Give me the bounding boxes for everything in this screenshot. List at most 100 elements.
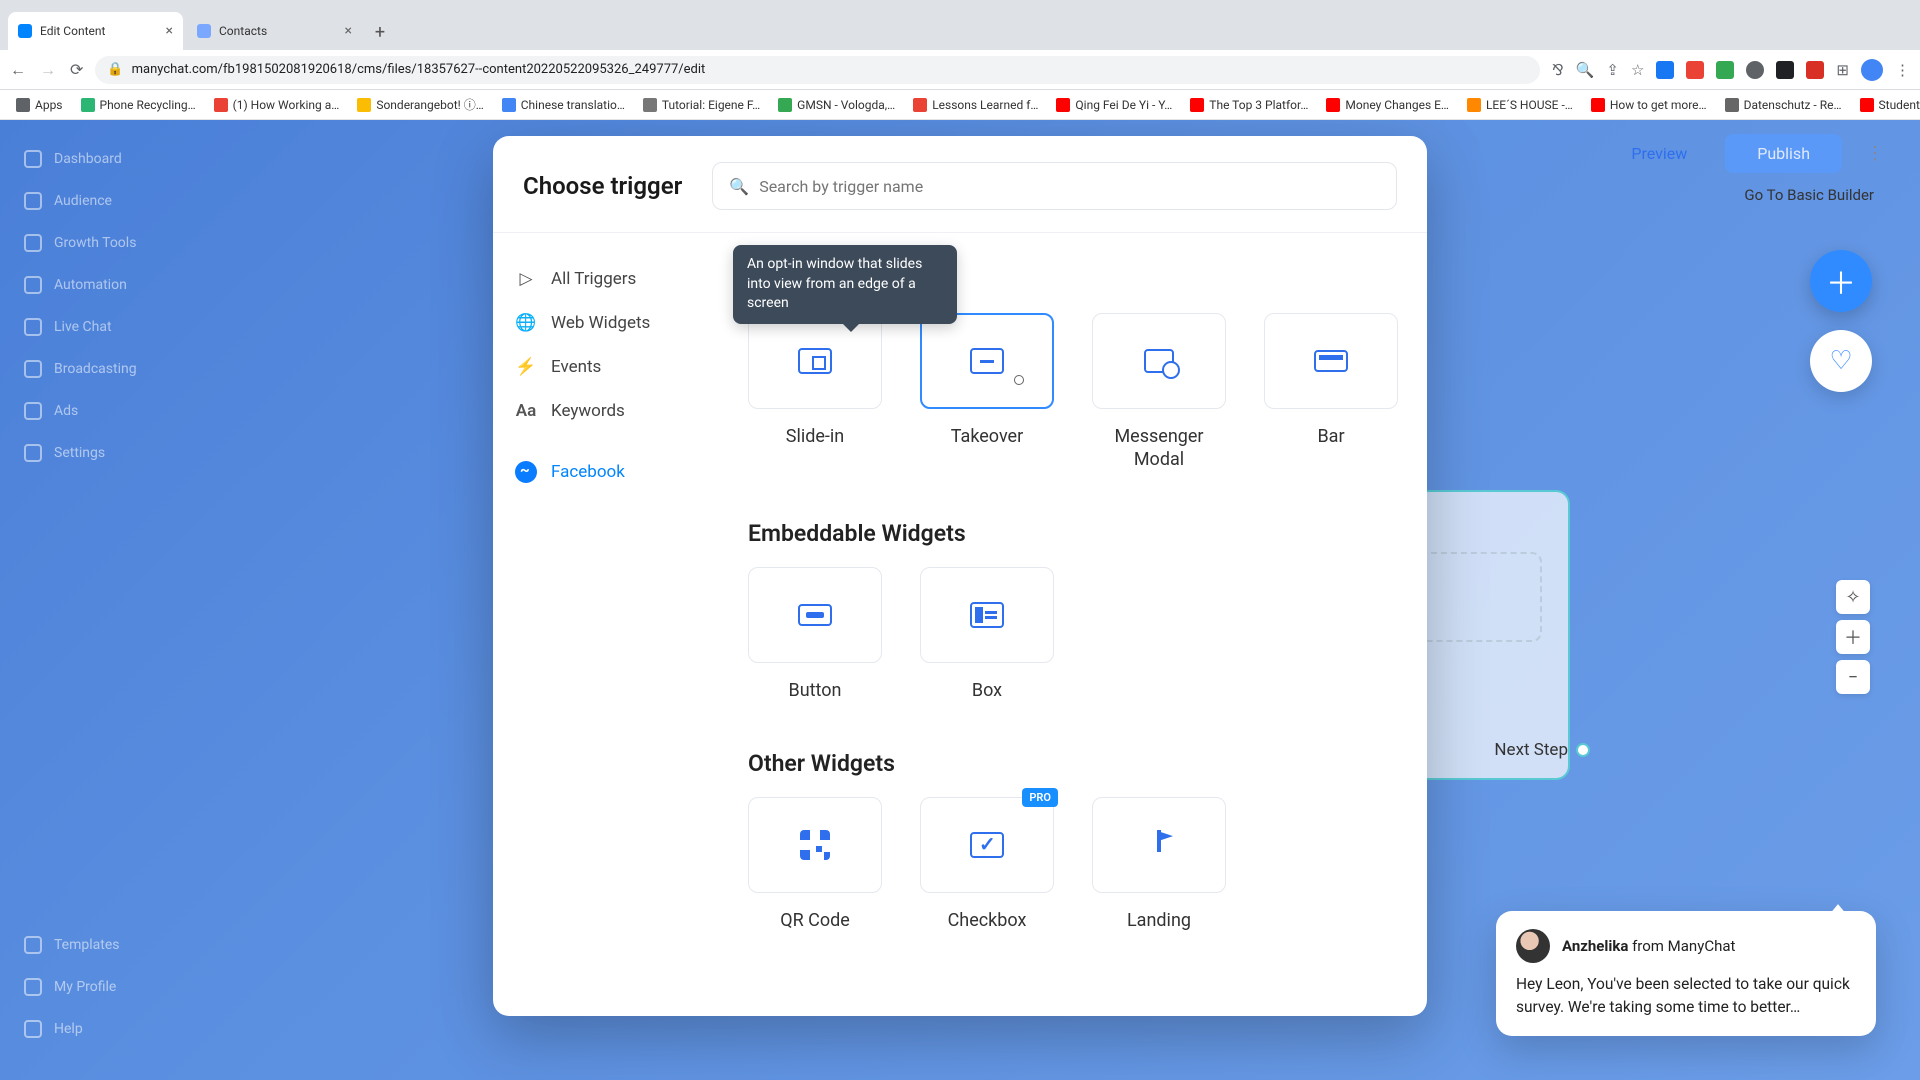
reload-icon[interactable]: ⟳ bbox=[70, 60, 83, 80]
tab-favicon bbox=[197, 24, 211, 38]
bookmark-item[interactable]: Lessons Learned f… bbox=[907, 95, 1044, 115]
trigger-card-landing[interactable]: Landing bbox=[1092, 797, 1226, 932]
bookmark-item[interactable]: Datenschutz - Re… bbox=[1719, 95, 1848, 115]
trigger-card-label: Messenger Modal bbox=[1104, 425, 1214, 472]
bookmark-label: Qing Fei De Yi - Y… bbox=[1075, 98, 1172, 112]
sidebar-item-label: Facebook bbox=[551, 462, 625, 482]
bookmark-favicon bbox=[1725, 98, 1739, 112]
trigger-card-button[interactable]: Button bbox=[748, 567, 882, 702]
trigger-card-label: Checkbox bbox=[948, 909, 1027, 932]
bookmark-item[interactable]: GMSN - Vologda,… bbox=[772, 95, 901, 115]
menu-icon[interactable]: ⋮ bbox=[1895, 61, 1910, 79]
sidebar-item-keywords[interactable]: Aa Keywords bbox=[493, 389, 708, 433]
close-icon[interactable]: × bbox=[166, 23, 173, 39]
checkbox-widget-icon bbox=[970, 832, 1004, 858]
tab-favicon bbox=[18, 24, 32, 38]
extension-icon[interactable] bbox=[1656, 61, 1674, 79]
bookmark-favicon bbox=[1467, 98, 1481, 112]
extensions-puzzle-icon[interactable]: ⊞ bbox=[1836, 61, 1849, 79]
bookmark-favicon bbox=[502, 98, 516, 112]
play-icon: ▷ bbox=[515, 269, 537, 289]
slidein-icon bbox=[798, 348, 832, 374]
search-input-wrap[interactable]: 🔍 bbox=[712, 162, 1397, 210]
trigger-tooltip: An opt-in window that slides into view f… bbox=[733, 245, 957, 324]
bookmark-label: The Top 3 Platfor… bbox=[1209, 98, 1308, 112]
bookmark-label: Money Changes E… bbox=[1345, 98, 1449, 112]
share-icon[interactable]: ⇪ bbox=[1606, 61, 1619, 79]
search-input[interactable] bbox=[759, 177, 1380, 196]
bookmark-label: Apps bbox=[35, 98, 63, 112]
bookmark-favicon bbox=[81, 98, 95, 112]
translate-icon[interactable]: ⅋ bbox=[1552, 61, 1564, 79]
bookmark-favicon bbox=[1056, 98, 1070, 112]
sidebar-item-all-triggers[interactable]: ▷ All Triggers bbox=[493, 257, 708, 301]
browser-tab-active[interactable]: Edit Content × bbox=[8, 12, 183, 50]
extension-icon[interactable] bbox=[1746, 61, 1764, 79]
bolt-icon: ⚡ bbox=[515, 357, 537, 377]
bookmark-favicon bbox=[214, 98, 228, 112]
trigger-card-label: Box bbox=[972, 679, 1002, 702]
chat-sender: Anzhelika from ManyChat bbox=[1562, 937, 1735, 955]
forward-icon[interactable]: → bbox=[40, 60, 56, 80]
bookmark-label: Student Wants an… bbox=[1879, 98, 1920, 112]
trigger-card-box[interactable]: Box bbox=[920, 567, 1054, 702]
extension-icon[interactable] bbox=[1686, 61, 1704, 79]
new-tab-button[interactable]: + bbox=[366, 18, 394, 46]
bookmark-favicon bbox=[1190, 98, 1204, 112]
bookmark-item[interactable]: Qing Fei De Yi - Y… bbox=[1050, 95, 1178, 115]
profile-avatar[interactable] bbox=[1861, 59, 1883, 81]
trigger-options-panel: An opt-in window that slides into view f… bbox=[708, 233, 1427, 1016]
chat-notification[interactable]: Anzhelika from ManyChat Hey Leon, You've… bbox=[1496, 911, 1876, 1036]
trigger-card-checkbox[interactable]: PRO Checkbox bbox=[920, 797, 1054, 932]
url-text: manychat.com/fb198150208192061­8/cms/fil… bbox=[132, 62, 706, 77]
extension-icon[interactable] bbox=[1776, 61, 1794, 79]
text-icon: Aa bbox=[515, 401, 537, 421]
trigger-card-label: Button bbox=[789, 679, 842, 702]
star-icon[interactable]: ☆ bbox=[1631, 61, 1644, 79]
landing-icon bbox=[1146, 830, 1172, 860]
bookmark-item[interactable]: How to get more… bbox=[1585, 95, 1713, 115]
bookmark-item[interactable]: LEE´S HOUSE -… bbox=[1461, 95, 1579, 115]
extension-icon[interactable] bbox=[1716, 61, 1734, 79]
tab-title: Edit Content bbox=[40, 24, 105, 38]
search-icon: 🔍 bbox=[729, 177, 749, 196]
bookmark-favicon bbox=[1591, 98, 1605, 112]
bookmark-favicon bbox=[1326, 98, 1340, 112]
sidebar-item-web-widgets[interactable]: 🌐 Web Widgets bbox=[493, 301, 708, 345]
bookmark-label: LEE´S HOUSE -… bbox=[1486, 98, 1573, 112]
modal-icon bbox=[1144, 349, 1174, 373]
bookmark-item[interactable]: Phone Recycling… bbox=[75, 95, 202, 115]
bookmark-item[interactable]: Sonderangebot! ⓘ… bbox=[351, 93, 489, 116]
bookmark-item[interactable]: Money Changes E… bbox=[1320, 95, 1455, 115]
bookmark-item[interactable]: Apps bbox=[10, 95, 69, 115]
address-bar[interactable]: 🔒 manychat.com/fb198150208192061­8/cms/f… bbox=[95, 56, 1540, 84]
bar-icon bbox=[1314, 350, 1348, 372]
box-widget-icon bbox=[970, 602, 1004, 628]
trigger-card-messenger-modal[interactable]: Messenger Modal bbox=[1092, 313, 1226, 472]
trigger-card-takeover[interactable]: Takeover bbox=[920, 313, 1054, 472]
bookmark-item[interactable]: Student Wants an… bbox=[1854, 95, 1920, 115]
trigger-card-label: Landing bbox=[1127, 909, 1191, 932]
trigger-card-label: QR Code bbox=[780, 909, 850, 932]
bookmark-item[interactable]: Tutorial: Eigene F… bbox=[637, 95, 766, 115]
bookmark-favicon bbox=[643, 98, 657, 112]
sidebar-item-facebook[interactable]: Facebook bbox=[493, 449, 708, 495]
back-icon[interactable]: ← bbox=[10, 60, 26, 80]
trigger-card-slidein[interactable]: Slide-in bbox=[748, 313, 882, 472]
sidebar-item-events[interactable]: ⚡ Events bbox=[493, 345, 708, 389]
trigger-card-label: Takeover bbox=[951, 425, 1023, 448]
bookmark-favicon bbox=[778, 98, 792, 112]
bookmark-item[interactable]: (1) How Working a… bbox=[208, 95, 346, 115]
browser-tab[interactable]: Contacts × bbox=[187, 12, 362, 50]
section-title-other: Other Widgets bbox=[748, 750, 1399, 777]
close-icon[interactable]: × bbox=[345, 23, 352, 39]
bookmark-item[interactable]: The Top 3 Platfor… bbox=[1184, 95, 1314, 115]
trigger-card-bar[interactable]: Bar bbox=[1264, 313, 1398, 472]
bookmark-item[interactable]: Chinese translatio… bbox=[496, 95, 631, 115]
extension-icon[interactable] bbox=[1806, 61, 1824, 79]
bookmark-favicon bbox=[16, 98, 30, 112]
trigger-card-qr[interactable]: QR Code bbox=[748, 797, 882, 932]
zoom-icon[interactable]: 🔍 bbox=[1576, 61, 1595, 79]
bookmark-label: Datenschutz - Re… bbox=[1744, 98, 1842, 112]
bookmark-label: Phone Recycling… bbox=[100, 98, 196, 112]
